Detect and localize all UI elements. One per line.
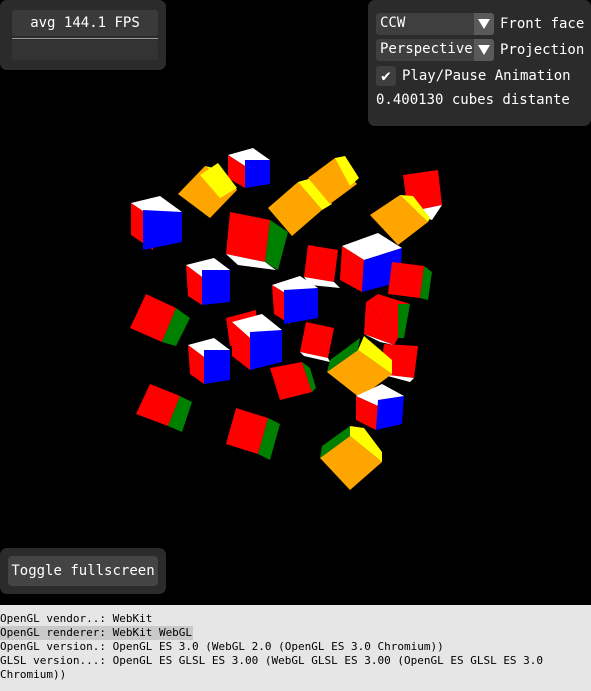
cube [320, 426, 382, 490]
cube [304, 245, 340, 288]
cube [188, 338, 230, 384]
play-pause-label: Play/Pause Animation [402, 68, 571, 84]
gl-renderer-line: OpenGL renderer: WebKit WebGL [0, 626, 193, 640]
projection-label: Projection [500, 42, 585, 58]
projection-value: Perspective [380, 41, 473, 57]
front-face-label: Front face [500, 16, 585, 32]
glsl-version-line: GLSL version...: OpenGL ES GLSL ES 3.00 … [0, 654, 550, 681]
toggle-fullscreen-button[interactable]: Toggle fullscreen [8, 556, 158, 586]
fps-panel: avg 144.1 FPS [0, 0, 166, 70]
cube [388, 262, 432, 300]
fullscreen-panel: Toggle fullscreen [0, 548, 166, 594]
fps-graph [12, 40, 158, 60]
projection-select[interactable]: Perspective [376, 39, 494, 61]
cube-distance-readout: 0.400130 cubes distante [376, 92, 570, 108]
cube [226, 212, 288, 270]
cube [370, 170, 442, 245]
cube [364, 294, 410, 345]
front-face-value: CCW [380, 15, 406, 31]
cube [270, 362, 316, 400]
render-viewport: avg 144.1 FPS CCW Front face Perspective… [0, 0, 591, 598]
chevron-down-icon[interactable] [474, 13, 494, 35]
gl-vendor-line: OpenGL vendor..: WebKit [0, 612, 153, 625]
options-panel: CCW Front face Perspective Projection ✔ … [368, 0, 591, 126]
cube [228, 148, 270, 188]
cube [136, 384, 192, 432]
chevron-down-icon[interactable] [474, 39, 494, 61]
cube [226, 408, 280, 460]
cube [131, 196, 182, 250]
cube [130, 294, 190, 346]
fps-graph-line [12, 38, 158, 39]
gl-version-line: OpenGL version.: OpenGL ES 3.0 (WebGL 2.… [0, 640, 444, 653]
fps-readout: avg 144.1 FPS [12, 10, 158, 36]
front-face-select[interactable]: CCW [376, 13, 494, 35]
cube [186, 258, 230, 305]
play-pause-checkbox[interactable]: ✔ [376, 66, 396, 86]
gl-info-panel: OpenGL vendor..: WebKit OpenGL renderer:… [0, 605, 591, 691]
checkmark-icon: ✔ [381, 66, 391, 85]
cube [232, 314, 282, 370]
cube [300, 322, 334, 362]
